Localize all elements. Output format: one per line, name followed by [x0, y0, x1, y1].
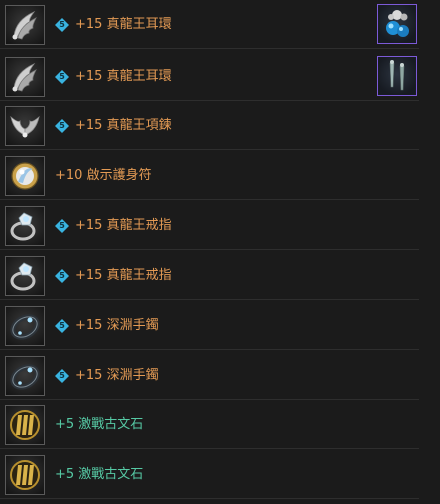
item-name: +15 真龍王耳環: [75, 69, 172, 84]
equipment-list: 5 +15 真龍王耳環 5 +15 真龍王耳環 5 +15 真龍王項鍊 +10 …: [0, 0, 440, 504]
item-slot[interactable]: [5, 57, 45, 97]
equipment-row[interactable]: 5 +15 真龍王耳環: [0, 0, 419, 49]
wing-earring-icon: [12, 11, 37, 40]
item-name: +15 深淵手鐲: [75, 318, 159, 333]
equipment-row[interactable]: +5 激戰古文石: [0, 400, 419, 449]
bracelet-icon: [10, 314, 40, 340]
equipment-row[interactable]: 5 +15 真龍王戒指: [0, 251, 419, 300]
rune-stone-icon: [10, 410, 40, 440]
extra-item-slot[interactable]: [377, 56, 417, 96]
item-slot[interactable]: [5, 206, 45, 246]
enchant-badge: 5: [55, 70, 69, 84]
amulet-icon: [11, 162, 39, 190]
equipment-row[interactable]: 5 +15 真龍王耳環: [0, 52, 419, 101]
rune-stone-icon: [10, 460, 40, 490]
enchant-badge: 5: [55, 319, 69, 333]
item-name: +15 深淵手鐲: [75, 368, 159, 383]
item-name: +5 激戰古文石: [55, 417, 144, 432]
item-slot[interactable]: [5, 256, 45, 296]
equipment-row[interactable]: 5 +15 深淵手鐲: [0, 351, 419, 400]
enchant-badge: 5: [55, 219, 69, 233]
equipment-row[interactable]: 5 +15 真龍王戒指: [0, 201, 419, 250]
wing-earring-icon: [12, 63, 37, 92]
item-slot[interactable]: [5, 405, 45, 445]
item-name: +15 真龍王耳環: [75, 17, 172, 32]
item-name: +15 真龍王項鍊: [75, 118, 172, 133]
item-slot[interactable]: [5, 156, 45, 196]
item-slot[interactable]: [5, 306, 45, 346]
wing-necklace-icon: [10, 115, 40, 138]
bracelet-icon: [10, 364, 40, 390]
item-name: +15 真龍王戒指: [75, 218, 172, 233]
equipment-row[interactable]: 5 +15 真龍王項鍊: [0, 101, 419, 150]
extra-item-slot[interactable]: [377, 4, 417, 44]
equipment-row[interactable]: 5 +15 深淵手鐲: [0, 301, 419, 350]
item-name: +5 激戰古文石: [55, 467, 144, 482]
enchant-badge: 5: [55, 18, 69, 32]
equipment-row[interactable]: +10 啟示護身符: [0, 151, 419, 200]
ring-icon: [10, 262, 36, 291]
item-slot[interactable]: [5, 106, 45, 146]
enchant-badge: 5: [55, 269, 69, 283]
item-slot[interactable]: [5, 5, 45, 45]
enchant-badge: 5: [55, 119, 69, 133]
item-name: +15 真龍王戒指: [75, 268, 172, 283]
blue-orb-earring-icon: [386, 10, 409, 37]
item-slot[interactable]: [5, 455, 45, 495]
ring-icon: [10, 212, 36, 241]
equipment-row[interactable]: +5 激戰古文石: [0, 450, 419, 499]
item-name: +10 啟示護身符: [55, 168, 152, 183]
enchant-badge: 5: [55, 369, 69, 383]
item-slot[interactable]: [5, 356, 45, 396]
dagger-earring-icon: [389, 60, 405, 91]
